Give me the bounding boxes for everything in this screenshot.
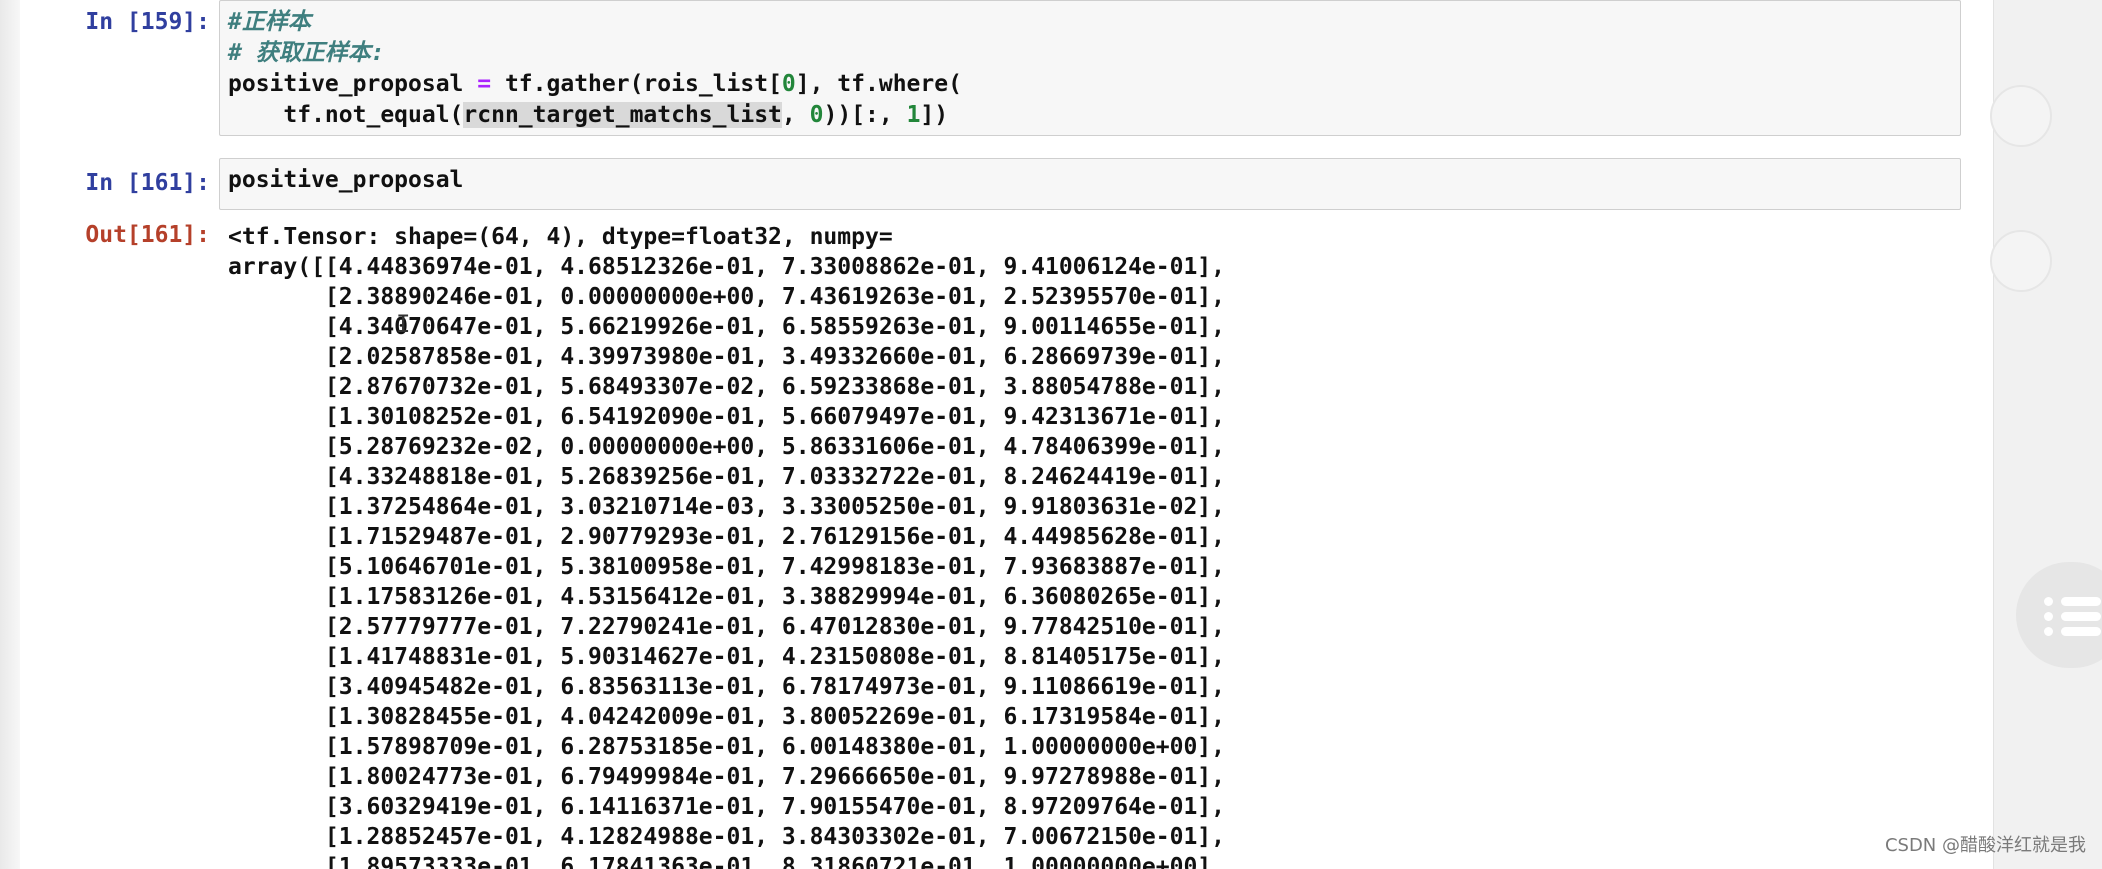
notebook-page: In [159]: #正样本 # 获取正样本: positive_proposal … <box>0 0 2102 869</box>
output-line: [2.38890246e-01, 0.00000000e+00, 7.43619… <box>228 284 1225 310</box>
output-line: [3.40945482e-01, 6.83563113e-01, 6.78174… <box>228 674 1225 700</box>
output-prompt: Out[161]: <box>85 222 210 248</box>
output-line: [1.30828455e-01, 4.04242009e-01, 3.80052… <box>228 704 1225 730</box>
output-line: [1.89573333e-01, 6.17841363e-01, 8.31860… <box>228 854 1225 869</box>
code-line: # 获取正样本: <box>228 38 1952 69</box>
output-line: [3.60329419e-01, 6.14116371e-01, 7.90155… <box>228 794 1225 820</box>
output-line: array([[4.44836974e-01, 4.68512326e-01, … <box>228 254 1225 280</box>
menu-icon-line <box>2061 612 2101 621</box>
output-line: [1.37254864e-01, 3.03210714e-03, 3.33005… <box>228 494 1225 520</box>
code-token: #正样本 <box>228 9 311 35</box>
faded-button-icon[interactable] <box>1990 85 2052 147</box>
code-cell-input[interactable]: positive_proposal <box>219 158 1961 210</box>
code-token: = <box>477 71 492 97</box>
menu-icon-line <box>2061 597 2101 606</box>
code-token: # 获取正样本: <box>228 40 385 66</box>
code-editor[interactable]: #正样本 # 获取正样本: positive_proposal = tf.gathe… <box>228 7 1952 131</box>
cell-output: <tf.Tensor: shape=(64, 4), dtype=float32… <box>228 222 1968 869</box>
output-line: [5.28769232e-02, 0.00000000e+00, 5.86331… <box>228 434 1225 460</box>
text-cursor-icon: I <box>396 310 411 338</box>
menu-icon-dot <box>2044 627 2053 636</box>
left-gutter <box>0 0 20 869</box>
input-prompt: In [159]: <box>85 9 210 35</box>
menu-icon-line <box>2061 627 2101 636</box>
code-token: 0 <box>781 71 796 97</box>
output-line: [1.28852457e-01, 4.12824988e-01, 3.84303… <box>228 824 1225 850</box>
code-token: 1 <box>906 102 921 128</box>
output-line: [4.34070647e-01, 5.66219926e-01, 6.58559… <box>228 314 1225 340</box>
code-editor[interactable]: positive_proposal <box>228 165 1952 196</box>
output-line: [2.87670732e-01, 5.68493307e-02, 6.59233… <box>228 374 1225 400</box>
code-line: tf.not_equal(rcnn_target_matchs_list, 0)… <box>228 100 1952 131</box>
menu-icon <box>2044 597 2053 606</box>
code-token: , <box>781 102 810 128</box>
output-line: [1.30108252e-01, 6.54192090e-01, 5.66079… <box>228 404 1225 430</box>
output-line: [1.57898709e-01, 6.28753185e-01, 6.00148… <box>228 734 1225 760</box>
output-line: [1.17583126e-01, 4.53156412e-01, 3.38829… <box>228 584 1225 610</box>
code-line: #正样本 <box>228 7 1952 38</box>
code-token: rcnn_target_matchs_list <box>463 102 782 128</box>
output-line: <tf.Tensor: shape=(64, 4), dtype=float32… <box>228 224 893 250</box>
code-token: ]) <box>920 102 949 128</box>
input-prompt: In [161]: <box>85 170 210 196</box>
code-token: positive_proposal <box>228 71 478 97</box>
code-token: positive_proposal <box>228 167 464 193</box>
output-line: [5.10646701e-01, 5.38100958e-01, 7.42998… <box>228 554 1225 580</box>
output-line: [2.57779777e-01, 7.22790241e-01, 6.47012… <box>228 614 1225 640</box>
code-token: ], tf.where( <box>795 71 962 97</box>
code-token: tf.not_equal( <box>228 102 464 128</box>
code-line: positive_proposal = tf.gather(rois_list[… <box>228 69 1952 100</box>
output-line: [1.71529487e-01, 2.90779293e-01, 2.76129… <box>228 524 1225 550</box>
code-token: 0 <box>809 102 824 128</box>
output-line: [4.33248818e-01, 5.26839256e-01, 7.03332… <box>228 464 1225 490</box>
watermark: CSDN @醋酸洋红就是我 <box>1884 835 2086 856</box>
code-line: positive_proposal <box>228 165 1952 196</box>
output-line: [1.41748831e-01, 5.90314627e-01, 4.23150… <box>228 644 1225 670</box>
code-cell-input[interactable]: #正样本 # 获取正样本: positive_proposal = tf.gathe… <box>219 0 1961 136</box>
faded-button-icon[interactable] <box>1990 230 2052 292</box>
code-token: tf.gather(rois_list[ <box>491 71 782 97</box>
code-token: ))[:, <box>823 102 907 128</box>
menu-icon-dot <box>2044 612 2053 621</box>
output-line: [2.02587858e-01, 4.39973980e-01, 3.49332… <box>228 344 1225 370</box>
output-line: [1.80024773e-01, 6.79499984e-01, 7.29666… <box>228 764 1225 790</box>
